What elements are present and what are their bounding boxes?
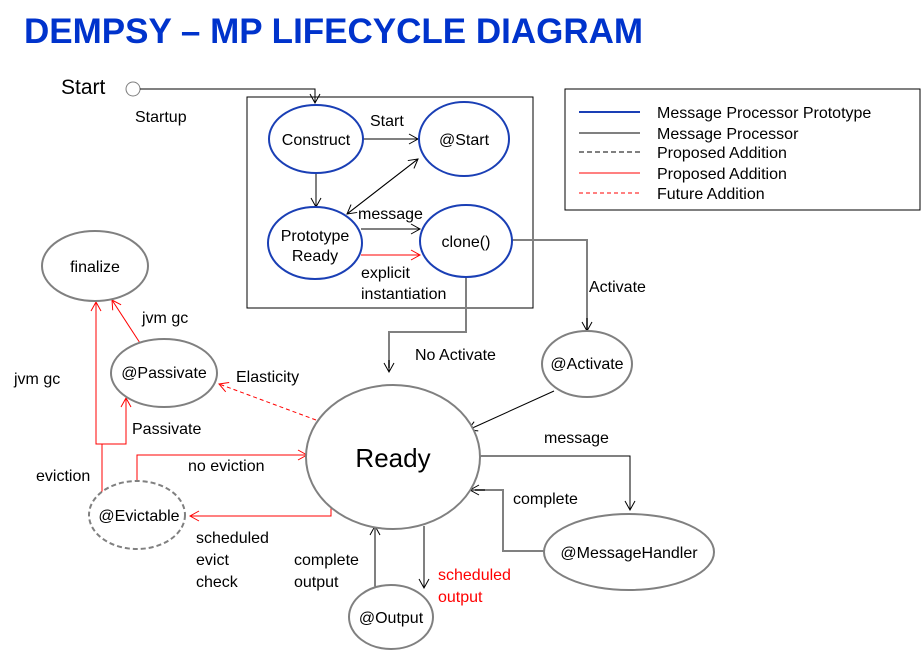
legend-label: Proposed Addition xyxy=(657,166,787,183)
legend-label: Future Addition xyxy=(657,186,765,203)
node-clone-label: clone() xyxy=(442,234,491,251)
node-prototype-ready-label-2: Ready xyxy=(292,248,338,265)
edge-label-eviction: eviction xyxy=(36,468,90,485)
edge-label-startup: Startup xyxy=(135,109,187,126)
node-construct-label: Construct xyxy=(282,132,351,149)
node-message-handler: @MessageHandler xyxy=(543,513,715,591)
lifecycle-diagram: Message Processor Prototype Message Proc… xyxy=(13,76,921,650)
node-activate: @Activate xyxy=(541,330,633,398)
legend-label: Proposed Addition xyxy=(657,145,787,162)
edge-label-sched-evict-3: check xyxy=(196,574,239,591)
edge-label-jvm-gc-passivate: jvm gc xyxy=(141,310,188,327)
node-ready-label: Ready xyxy=(355,443,430,473)
edge-label-complete-output-2: output xyxy=(294,574,339,591)
start-node xyxy=(125,81,141,97)
edge-label-no-activate: No Activate xyxy=(415,347,496,364)
edge-label-scheduled-output-2: output xyxy=(438,589,483,606)
edge-label-message: message xyxy=(544,430,609,447)
node-activate-label: @Activate xyxy=(550,356,623,373)
edge-eviction-finalize xyxy=(90,300,102,445)
node-message-handler-label: @MessageHandler xyxy=(560,545,698,562)
edge-ready-evictable xyxy=(188,497,332,522)
edge-label-instantiation: instantiation xyxy=(361,286,446,303)
edge-label-complete-output-1: complete xyxy=(294,552,359,569)
node-finalize: finalize xyxy=(41,230,149,302)
node-output-label: @Output xyxy=(359,610,424,627)
legend-label: Message Processor Prototype xyxy=(657,105,871,122)
node-at-start-label: @Start xyxy=(439,132,490,149)
edge-label-no-eviction: no eviction xyxy=(188,458,265,475)
node-ready: Ready xyxy=(305,384,481,530)
edge-label-complete: complete xyxy=(513,491,578,508)
edge-label-message-proto: message xyxy=(358,206,423,223)
edge-label-jvm-gc-eviction: jvm gc xyxy=(13,371,60,388)
legend-label: Message Processor xyxy=(657,126,799,143)
node-prototype-ready-label-1: Prototype xyxy=(281,228,350,245)
node-passivate: @Passivate xyxy=(110,338,218,408)
node-output: @Output xyxy=(348,584,434,650)
node-prototype-ready: Prototype Ready xyxy=(267,206,363,280)
edge-passivate-finalize xyxy=(111,299,141,344)
edge-label-elasticity: Elasticity xyxy=(236,369,299,386)
edge-label-sched-evict-1: scheduled xyxy=(196,530,269,547)
node-passivate-label: @Passivate xyxy=(121,365,207,382)
node-construct: Construct xyxy=(268,104,364,174)
start-label: Start xyxy=(61,76,106,99)
node-evictable: @Evictable xyxy=(88,480,186,550)
edge-label-activate: Activate xyxy=(589,279,646,296)
edge-clone-activate xyxy=(512,239,588,330)
node-finalize-label: finalize xyxy=(70,259,120,276)
edge-eviction-passivate xyxy=(96,396,132,445)
edge-label-explicit: explicit xyxy=(361,265,410,282)
edge-startup xyxy=(140,88,321,105)
edge-label-sched-evict-2: evict xyxy=(196,552,229,569)
edge-label-scheduled-output-1: scheduled xyxy=(438,567,511,584)
node-clone: clone() xyxy=(419,204,513,278)
edge-activate-ready xyxy=(467,390,555,432)
node-at-start: @Start xyxy=(418,101,510,177)
node-evictable-label: @Evictable xyxy=(98,508,179,525)
edge-ready-passivate-elasticity xyxy=(218,381,317,421)
edge-label-start: Start xyxy=(370,113,404,130)
legend: Message Processor Prototype Message Proc… xyxy=(564,88,921,211)
edge-label-passivate: Passivate xyxy=(132,421,201,438)
